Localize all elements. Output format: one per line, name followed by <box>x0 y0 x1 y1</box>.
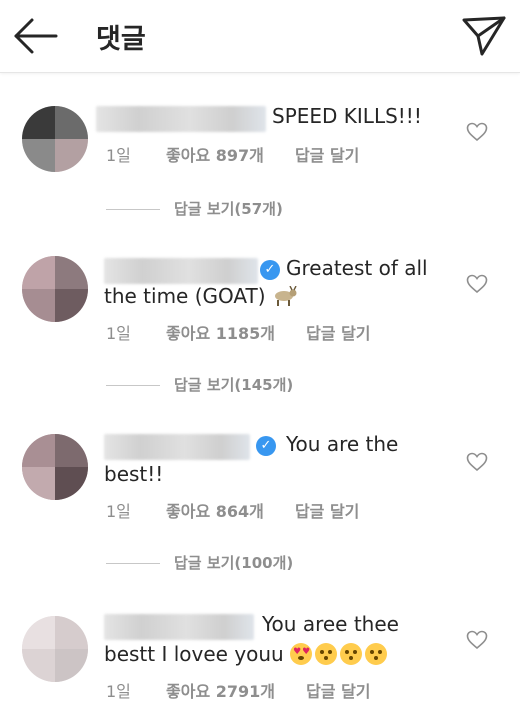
verified-badge-icon: ✓ <box>256 436 276 456</box>
username-redacted[interactable] <box>104 614 254 640</box>
heart-icon <box>466 630 488 650</box>
reply-button[interactable]: 답글 달기 <box>306 682 370 701</box>
reply-button[interactable]: 답글 달기 <box>295 502 359 521</box>
comment-text-line1: You aree thee <box>262 612 399 636</box>
comment-text-line2: the time (GOAT) <box>104 282 298 310</box>
comment-time: 1일 <box>106 146 131 165</box>
like-button[interactable] <box>466 274 488 294</box>
comment-item: ✓ Greatest of all the time (GOAT) 1일 좋아요… <box>0 252 520 402</box>
avatar[interactable] <box>22 256 88 322</box>
view-replies-label: 답글 보기(145개) <box>174 376 294 394</box>
comment-meta: 1일 좋아요 897개 답글 달기 <box>106 142 359 166</box>
kissing-heart-emoji-icon <box>315 643 338 665</box>
arrow-left-icon <box>14 18 58 54</box>
comment-item: SPEED KILLS!!! 1일 좋아요 897개 답글 달기 답글 보기(5… <box>0 96 520 236</box>
view-replies-button[interactable]: 답글 보기(145개) <box>106 374 346 398</box>
kissing-heart-emoji-icon <box>365 643 388 665</box>
heart-icon <box>466 452 488 472</box>
comment-text-line2: best!! <box>104 462 164 486</box>
divider-line <box>106 563 160 564</box>
divider-line <box>106 209 160 210</box>
reply-button[interactable]: 답글 달기 <box>306 324 370 343</box>
goat-emoji-icon <box>274 286 297 306</box>
reply-button[interactable]: 답글 달기 <box>295 146 359 165</box>
comment-time: 1일 <box>106 682 131 701</box>
likes-count[interactable]: 좋아요 864개 <box>166 502 264 521</box>
avatar[interactable] <box>22 106 88 172</box>
comment-meta: 1일 좋아요 1185개 답글 달기 <box>106 320 371 344</box>
comment-time: 1일 <box>106 502 131 521</box>
comment-item: You aree thee bestt I lovee youu ♥ ♥ 1일 좋… <box>0 608 520 724</box>
comment-meta: 1일 좋아요 864개 답글 달기 <box>106 498 359 522</box>
view-replies-label: 답글 보기(57개) <box>174 200 283 218</box>
like-button[interactable] <box>466 122 488 142</box>
username-redacted[interactable] <box>104 258 258 284</box>
avatar[interactable] <box>22 616 88 682</box>
username-redacted[interactable] <box>96 106 266 132</box>
comment-time: 1일 <box>106 324 131 343</box>
paper-plane-icon <box>462 16 506 56</box>
likes-count[interactable]: 좋아요 897개 <box>166 146 264 165</box>
divider-line <box>106 385 160 386</box>
comment-text-line1: Greatest of all <box>286 256 428 280</box>
heart-icon <box>466 274 488 294</box>
username-redacted[interactable] <box>104 434 250 460</box>
comment-text-line2: bestt I lovee youu ♥ ♥ <box>104 640 390 668</box>
view-replies-button[interactable]: 답글 보기(57개) <box>106 198 346 222</box>
likes-count[interactable]: 좋아요 1185개 <box>166 324 275 343</box>
view-replies-label: 답글 보기(100개) <box>174 554 294 572</box>
comment-text: SPEED KILLS!!! <box>272 104 422 128</box>
comment-meta: 1일 좋아요 2791개 답글 달기 <box>106 678 371 702</box>
heart-icon <box>466 122 488 142</box>
page-title: 댓글 <box>96 24 146 55</box>
like-button[interactable] <box>466 630 488 650</box>
avatar[interactable] <box>22 434 88 500</box>
comment-item: ✓ You are the best!! 1일 좋아요 864개 답글 달기 답… <box>0 430 520 580</box>
like-button[interactable] <box>466 452 488 472</box>
header-bar: 댓글 <box>0 0 520 73</box>
send-button[interactable] <box>460 12 508 58</box>
view-replies-button[interactable]: 답글 보기(100개) <box>106 552 346 576</box>
verified-badge-icon: ✓ <box>260 260 280 280</box>
comment-text-line1: You are the <box>286 432 399 456</box>
back-button[interactable] <box>10 16 60 56</box>
kissing-heart-emoji-icon <box>340 643 363 665</box>
heart-eyes-emoji-icon: ♥ ♥ <box>290 643 313 665</box>
likes-count[interactable]: 좋아요 2791개 <box>166 682 275 701</box>
